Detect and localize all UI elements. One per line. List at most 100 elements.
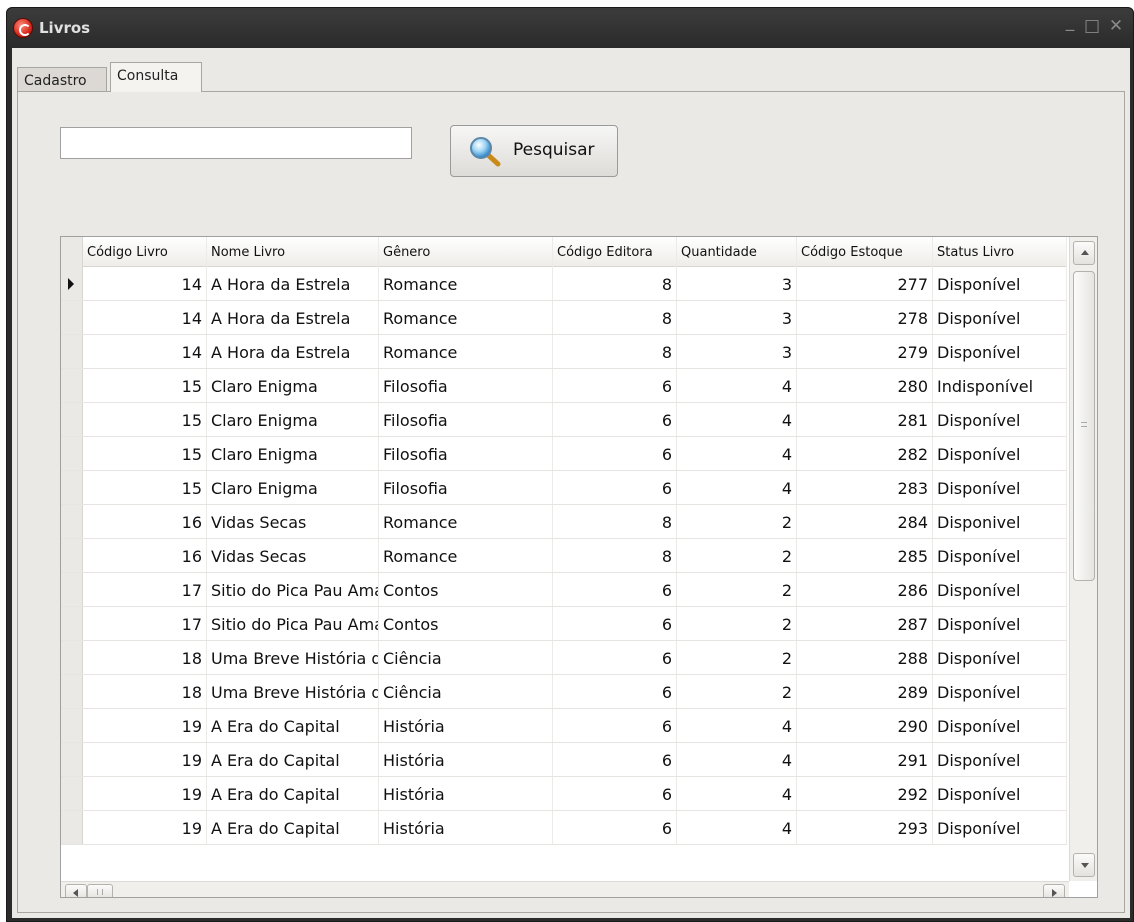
table-row[interactable]: 16 Vidas Secas Romance 8 2 284 Disponivel (61, 505, 1067, 539)
table-cell[interactable]: Filosofia (379, 437, 553, 470)
table-cell[interactable]: 4 (677, 369, 797, 402)
row-indicator[interactable] (61, 335, 83, 368)
row-indicator[interactable] (61, 301, 83, 334)
table-cell[interactable]: 15 (83, 437, 207, 470)
column-header[interactable]: Código Estoque (797, 237, 933, 267)
table-row[interactable]: 17Sitio do Pica Pau AmareloContos62286Di… (61, 573, 1067, 607)
table-cell[interactable]: A Hora da Estrela (207, 335, 379, 368)
table-cell[interactable]: História (379, 777, 553, 810)
table-cell[interactable]: A Era do Capital (207, 709, 379, 742)
table-cell[interactable]: Sitio do Pica Pau Amarelo (207, 573, 379, 606)
table-cell[interactable]: 4 (677, 403, 797, 436)
table-cell[interactable]: 17 (83, 573, 207, 606)
horizontal-scroll-thumb[interactable] (87, 884, 113, 897)
table-row[interactable]: 14 A Hora da Estrela Romance 8 3 278 Disponíve… (61, 301, 1067, 335)
table-cell[interactable]: 8 (553, 335, 677, 368)
maximize-button[interactable]: □ (1081, 16, 1103, 36)
table-cell[interactable]: 6 (553, 369, 677, 402)
column-header[interactable]: Código Livro (83, 237, 207, 267)
table-cell[interactable]: 291 (797, 743, 933, 776)
table-cell[interactable]: Romance (379, 335, 553, 368)
table-row[interactable]: 14 A Hora da Estrela Romance 8 3 277 Disponíve… (61, 267, 1067, 301)
table-cell[interactable]: 4 (677, 709, 797, 742)
tab-cadastro[interactable]: Cadastro (17, 67, 107, 93)
table-cell[interactable]: 15 (83, 369, 207, 402)
table-cell[interactable]: 8 (553, 301, 677, 334)
row-indicator[interactable] (61, 369, 83, 402)
row-indicator[interactable] (61, 573, 83, 606)
row-indicator[interactable] (61, 641, 83, 674)
table-cell[interactable]: 4 (677, 437, 797, 470)
table-cell[interactable]: 19 (83, 811, 207, 844)
row-indicator[interactable] (61, 743, 83, 776)
table-cell[interactable]: Disponível (933, 675, 1067, 708)
table-cell[interactable]: 15 (83, 403, 207, 436)
table-cell[interactable]: Disponível (933, 709, 1067, 742)
table-cell[interactable]: Disponível (933, 335, 1067, 368)
table-cell[interactable]: Claro Enigma (207, 369, 379, 402)
table-cell[interactable]: Disponível (933, 607, 1067, 640)
table-cell[interactable]: História (379, 743, 553, 776)
tab-consulta[interactable]: Consulta (110, 62, 202, 92)
row-indicator[interactable] (61, 777, 83, 810)
table-cell[interactable]: 290 (797, 709, 933, 742)
table-cell[interactable]: Romance (379, 267, 553, 300)
table-cell[interactable]: 3 (677, 335, 797, 368)
table-cell[interactable]: 19 (83, 777, 207, 810)
table-cell[interactable]: Disponível (933, 403, 1067, 436)
table-cell[interactable]: Disponível (933, 573, 1067, 606)
table-cell[interactable]: Contos (379, 573, 553, 606)
table-cell[interactable]: 6 (553, 403, 677, 436)
table-row[interactable]: 14 A Hora da Estrela Romance 8 3 279 Disponíve… (61, 335, 1067, 369)
table-cell[interactable]: Disponível (933, 437, 1067, 470)
table-cell[interactable]: A Era do Capital (207, 811, 379, 844)
table-cell[interactable]: 2 (677, 675, 797, 708)
table-row[interactable]: 17Sitio do Pica Pau AmareloContos62287Di… (61, 607, 1067, 641)
table-cell[interactable]: 3 (677, 301, 797, 334)
table-cell[interactable]: 8 (553, 539, 677, 572)
table-cell[interactable]: 281 (797, 403, 933, 436)
table-cell[interactable]: Uma Breve História do Tempo (207, 675, 379, 708)
scroll-right-button[interactable] (1043, 884, 1065, 897)
table-cell[interactable]: 2 (677, 539, 797, 572)
row-indicator[interactable] (61, 811, 83, 844)
table-cell[interactable]: Disponível (933, 641, 1067, 674)
table-row[interactable]: 15 Claro Enigma Filosofia 6 4 282 Disponível (61, 437, 1067, 471)
table-row[interactable]: 19 A Era do Capital História 6 4 291 Disponíve… (61, 743, 1067, 777)
table-cell[interactable]: 3 (677, 267, 797, 300)
table-cell[interactable]: Romance (379, 505, 553, 538)
row-indicator[interactable] (61, 403, 83, 436)
table-cell[interactable]: 6 (553, 471, 677, 504)
table-cell[interactable]: 19 (83, 743, 207, 776)
table-cell[interactable]: Uma Breve História do Tempo (207, 641, 379, 674)
table-cell[interactable]: Disponível (933, 539, 1067, 572)
table-cell[interactable]: 2 (677, 641, 797, 674)
table-cell[interactable]: 6 (553, 607, 677, 640)
table-cell[interactable]: Romance (379, 301, 553, 334)
table-cell[interactable]: 19 (83, 709, 207, 742)
column-header[interactable]: Código Editora (553, 237, 677, 267)
table-cell[interactable]: Claro Enigma (207, 403, 379, 436)
table-cell[interactable]: A Era do Capital (207, 743, 379, 776)
horizontal-scrollbar[interactable] (61, 881, 1069, 897)
table-cell[interactable]: 6 (553, 777, 677, 810)
minimize-button[interactable]: _ (1059, 12, 1081, 32)
table-cell[interactable]: 14 (83, 267, 207, 300)
table-cell[interactable]: 293 (797, 811, 933, 844)
vertical-scrollbar[interactable] (1069, 237, 1097, 881)
table-cell[interactable]: 6 (553, 709, 677, 742)
table-cell[interactable]: 6 (553, 641, 677, 674)
table-cell[interactable]: 18 (83, 675, 207, 708)
table-cell[interactable]: Ciência (379, 675, 553, 708)
table-cell[interactable]: Disponível (933, 777, 1067, 810)
scroll-left-button[interactable] (65, 884, 87, 897)
table-cell[interactable]: 6 (553, 675, 677, 708)
table-cell[interactable]: 278 (797, 301, 933, 334)
table-cell[interactable]: 6 (553, 437, 677, 470)
table-cell[interactable]: 285 (797, 539, 933, 572)
table-cell[interactable]: Romance (379, 539, 553, 572)
scroll-up-button[interactable] (1073, 241, 1095, 265)
row-indicator[interactable] (61, 471, 83, 504)
column-header[interactable]: Nome Livro (207, 237, 379, 267)
row-indicator[interactable] (61, 437, 83, 470)
